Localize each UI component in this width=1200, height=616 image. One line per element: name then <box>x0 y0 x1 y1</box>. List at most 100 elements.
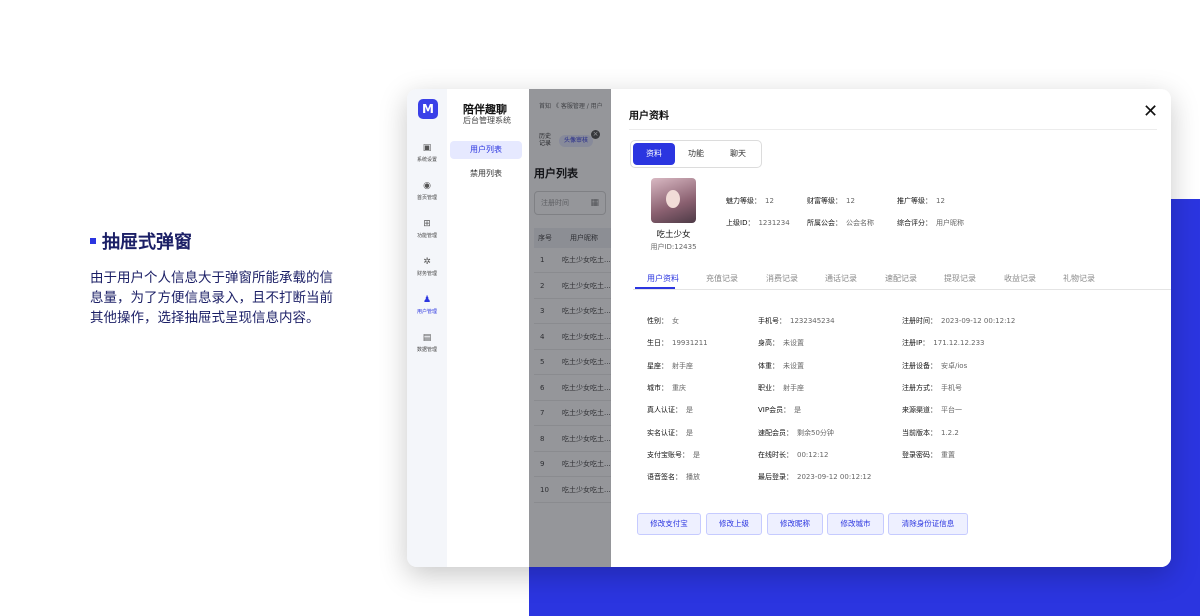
info-label: 魅力等级： <box>726 197 761 205</box>
sidebar-item-system[interactable]: ▣ 系统设置 <box>407 143 447 163</box>
segment-function[interactable]: 功能 <box>675 143 717 165</box>
tab-consume[interactable]: 消费记录 <box>766 273 798 284</box>
detail-field: 来源渠道： 平台一 <box>902 405 962 415</box>
sidebar-item-home[interactable]: ◉ 首页管理 <box>407 181 447 201</box>
field-label: 最后登录： <box>758 473 793 482</box>
field-value: 女 <box>672 317 679 325</box>
sidebar-item-data[interactable]: ▤ 数据管理 <box>407 333 447 353</box>
field-value: 是 <box>693 450 700 459</box>
detail-field: 注册设备： 安卓/ios <box>902 361 967 371</box>
clear-id-button[interactable]: 清除身份证信息 <box>888 513 968 535</box>
detail-field: 最后登录： 2023-09-12 00:12:12 <box>758 472 871 482</box>
detail-field: 性别： 女 <box>647 316 679 326</box>
field-value: 播放 <box>686 473 700 482</box>
tab-withdraw[interactable]: 提现记录 <box>944 273 976 284</box>
field-value: 射手座 <box>672 361 693 370</box>
info-value: 12 <box>846 197 855 205</box>
field-label: 在线时长： <box>758 450 793 459</box>
user-profile-drawer: 用户资料 ✕ 资料 功能 聊天 吃土少女 用户ID:12435 魅力等级： 12 … <box>611 89 1171 567</box>
edit-nickname-button[interactable]: 修改昵称 <box>767 513 823 535</box>
info-label: 上级ID： <box>726 219 755 227</box>
drawer-title: 用户资料 <box>629 111 669 122</box>
grid-icon: ⊞ <box>423 219 431 229</box>
detail-field: 真人认证： 是 <box>647 405 693 415</box>
parent-id: 上级ID： 1231234 <box>726 218 790 228</box>
field-value: 1232345234 <box>790 317 835 325</box>
submenu-ban-list[interactable]: 禁用列表 <box>450 165 522 183</box>
detail-field: 支付宝账号： 是 <box>647 450 700 460</box>
app-logo: M <box>418 99 438 119</box>
tab-user-profile[interactable]: 用户资料 <box>647 273 679 284</box>
field-value: 1.2.2 <box>941 428 959 437</box>
user-nickname: 吃土少女 <box>656 230 691 240</box>
detail-field: 登录密码： 重置 <box>902 450 955 460</box>
sidebar-item-label: 数据管理 <box>416 347 437 353</box>
detail-field: 注册方式： 手机号 <box>902 383 962 393</box>
detail-field: 速配会员： 剩余50分钟 <box>758 428 834 438</box>
detail-field: 星座： 射手座 <box>647 361 693 371</box>
field-label: 星座： <box>647 361 668 370</box>
info-value: 1231234 <box>758 219 790 227</box>
segment-profile[interactable]: 资料 <box>633 143 675 165</box>
user-icon: ♟ <box>422 295 432 305</box>
sidebar-item-label: 功能管理 <box>416 233 437 239</box>
gear-icon: ✲ <box>423 257 431 267</box>
detail-field: 职业： 射手座 <box>758 383 804 393</box>
tab-income[interactable]: 收益记录 <box>1004 273 1036 284</box>
edit-city-button[interactable]: 修改城市 <box>827 513 884 535</box>
field-value: 安卓/ios <box>941 361 968 370</box>
caption-title-row: 抽屉式弹窗 <box>90 230 350 253</box>
field-label: 性别： <box>647 317 668 325</box>
field-label: 速配会员： <box>758 428 793 437</box>
tab-recharge[interactable]: 充值记录 <box>706 273 738 284</box>
field-label: 注册时间： <box>902 317 937 325</box>
field-label: 注册方式： <box>902 383 937 392</box>
home-icon: ▣ <box>422 143 432 153</box>
sidebar-item-label: 用户管理 <box>416 309 437 315</box>
field-label: 身高： <box>758 339 779 348</box>
info-label: 推广等级： <box>897 197 932 205</box>
field-value: 171.12.12.233 <box>933 339 985 348</box>
detail-field: 在线时长： 00:12:12 <box>758 450 828 460</box>
field-value: 剩余50分钟 <box>797 428 834 437</box>
detail-field: 当前版本： 1.2.2 <box>902 428 959 438</box>
gift-icon: ◉ <box>423 181 431 191</box>
field-label: 支付宝账号： <box>647 450 689 459</box>
sidebar-item-label: 首页管理 <box>416 195 437 201</box>
presentation-slide: 抽屉式弹窗 由于用户个人信息大于弹窗所能承载的信息量，为了方便信息录入，且不打断… <box>0 0 1200 616</box>
sidebar-item-function[interactable]: ⊞ 功能管理 <box>407 219 447 239</box>
edit-alipay-button[interactable]: 修改支付宝 <box>637 513 701 535</box>
tab-gift[interactable]: 礼物记录 <box>1063 273 1095 284</box>
field-label: 来源渠道： <box>902 406 937 415</box>
info-value: 12 <box>765 197 774 205</box>
field-value: 射手座 <box>783 383 804 392</box>
tab-match[interactable]: 速配记录 <box>885 273 917 284</box>
field-value: 是 <box>686 428 693 437</box>
submenu-user-list[interactable]: 用户列表 <box>450 141 522 159</box>
sidebar-item-finance[interactable]: ✲ 财务管理 <box>407 257 447 277</box>
promo-level: 推广等级： 12 <box>897 196 945 206</box>
admin-window: M ▣ 系统设置 ◉ 首页管理 ⊞ 功能管理 ✲ 财务管理 ♟ 用户管理 ▤ 数… <box>407 89 1171 567</box>
field-value: 未设置 <box>783 339 804 348</box>
sidebar-item-users[interactable]: ♟ 用户管理 <box>407 295 447 315</box>
detail-field: 手机号： 1232345234 <box>758 316 835 326</box>
user-id: 用户ID:12435 <box>650 243 697 251</box>
segment-chat[interactable]: 聊天 <box>717 143 759 165</box>
edit-parent-button[interactable]: 修改上级 <box>706 513 762 535</box>
field-label: 生日： <box>647 339 668 348</box>
close-icon[interactable]: ✕ <box>1143 103 1158 121</box>
divider <box>629 129 1157 130</box>
field-label: 当前版本： <box>902 428 937 437</box>
tab-call[interactable]: 通话记录 <box>825 273 857 284</box>
detail-field: 体重： 未设置 <box>758 361 804 371</box>
detail-field: 生日： 19931211 <box>647 338 708 348</box>
field-label: 注册IP： <box>902 339 930 348</box>
field-label: 注册设备： <box>902 361 937 370</box>
detail-field: 身高： 未设置 <box>758 338 804 348</box>
detail-field: VIP会员：是 <box>758 405 801 415</box>
sidebar-item-label: 财务管理 <box>416 271 437 277</box>
field-label: 城市： <box>647 383 668 392</box>
field-label: 登录密码： <box>902 450 937 459</box>
field-value: 19931211 <box>672 339 708 348</box>
overall-score: 综合评分： 用户昵称 <box>897 218 964 228</box>
